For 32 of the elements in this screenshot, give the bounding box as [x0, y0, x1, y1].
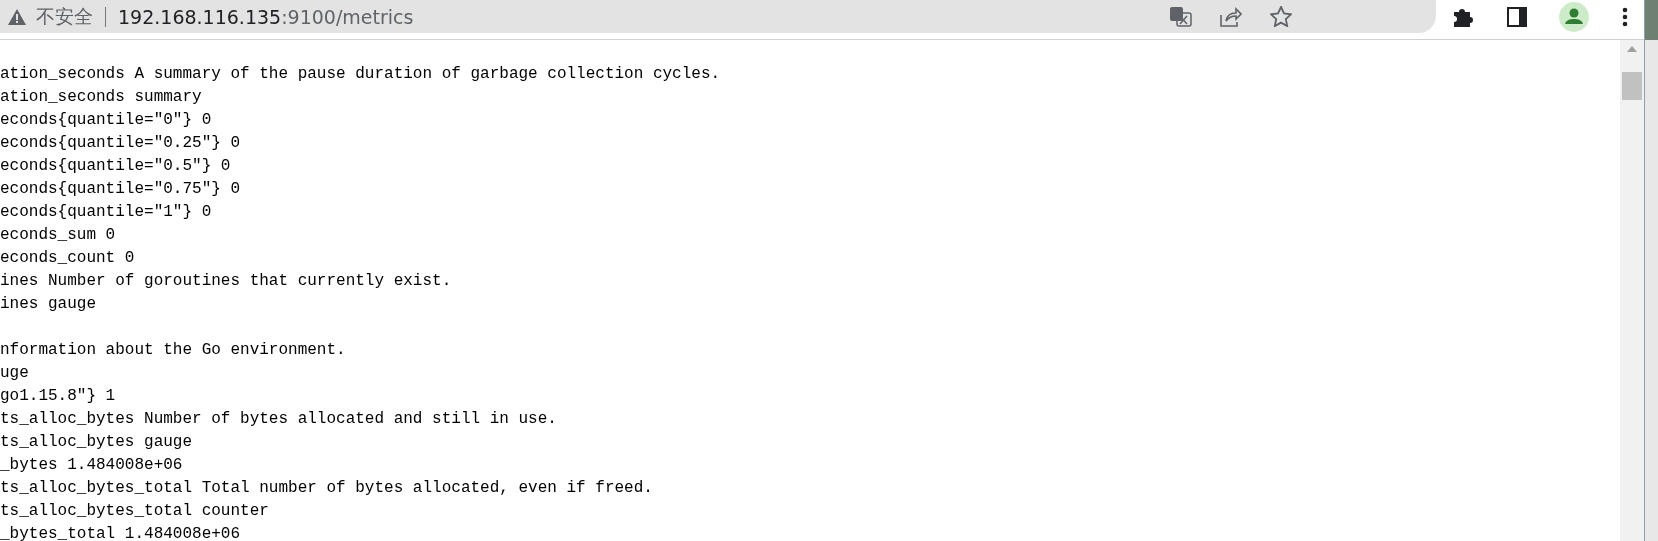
- metrics-line: ts_alloc_bytes_total Total number of bytes allocated, even if freed.: [0, 478, 654, 499]
- metrics-line: ation_seconds summary: [0, 87, 203, 108]
- metrics-line: go1.15.8"} 1: [0, 386, 117, 407]
- metrics-line: ts_alloc_bytes Number of bytes allocated and still in use.: [0, 409, 558, 430]
- address-bar[interactable]: 不安全 192.168.116.135:9100/metrics: [0, 0, 1436, 33]
- share-icon[interactable]: [1220, 6, 1242, 27]
- warning-icon: [8, 8, 26, 25]
- metrics-line: _bytes 1.484008e+06: [0, 455, 184, 476]
- menu-icon[interactable]: [1621, 6, 1628, 27]
- security-label: 不安全: [36, 3, 93, 29]
- scroll-thumb[interactable]: [1622, 72, 1642, 100]
- metrics-line: _bytes_total 1.484008e+06: [0, 524, 242, 541]
- side-panel-icon[interactable]: [1506, 6, 1527, 27]
- translate-icon[interactable]: [1170, 6, 1192, 27]
- scrollbar[interactable]: [1620, 40, 1644, 541]
- metrics-line: ation_seconds A summary of the pause duration of garbage collection cycles.: [0, 64, 722, 85]
- avatar-icon[interactable]: [1559, 1, 1590, 32]
- metrics-line: econds_count 0: [0, 248, 136, 269]
- metrics-line: econds{quantile="1"} 0: [0, 202, 213, 223]
- metrics-line: econds_sum 0: [0, 225, 117, 246]
- metrics-line: uge: [0, 363, 30, 384]
- metrics-line: econds{quantile="0.75"} 0: [0, 179, 242, 200]
- url-text: 192.168.116.135:9100/metrics: [118, 5, 414, 28]
- metrics-line: ts_alloc_bytes gauge: [0, 432, 194, 453]
- metrics-line: ines gauge: [0, 294, 97, 315]
- metrics-line: ts_alloc_bytes_total counter: [0, 501, 270, 522]
- metrics-line: econds{quantile="0.25"} 0: [0, 133, 242, 154]
- metrics-line: ines Number of goroutines that currently exist.: [0, 271, 453, 292]
- star-icon[interactable]: [1270, 6, 1292, 27]
- metrics-line: econds{quantile="0.5"} 0: [0, 156, 232, 177]
- metrics-line: nformation about the Go environment.: [0, 340, 347, 361]
- metrics-line: econds{quantile="0"} 0: [0, 110, 213, 131]
